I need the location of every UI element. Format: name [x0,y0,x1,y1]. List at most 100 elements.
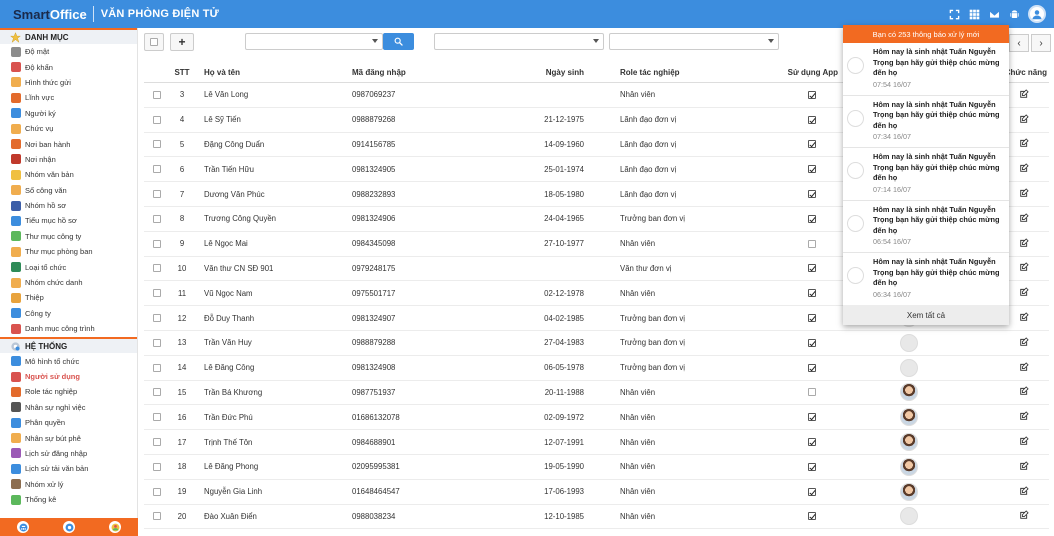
sidebar-item[interactable]: Loại tổ chức [0,259,137,274]
sidebar-item[interactable]: Thư mục phòng ban [0,244,137,259]
sidebar-item[interactable]: Lịch sử đăng nhập [0,446,137,461]
row-checkbox[interactable] [153,438,161,447]
row-checkbox[interactable] [153,289,161,298]
app-access-checkbox[interactable] [808,90,816,99]
app-access-checkbox[interactable] [808,115,816,124]
edit-icon[interactable] [1019,312,1029,324]
app-access-checkbox[interactable] [808,487,816,496]
sidebar-item[interactable]: Hình thức gửi [0,75,137,90]
edit-icon[interactable] [1019,411,1029,423]
sidebar-item[interactable]: Nhóm chức danh [0,275,137,290]
grid-icon[interactable] [968,8,980,20]
table-row[interactable]: 16 Trần Đức Phú 01686132078 02-09-1972 Nhân … [144,405,1049,431]
edit-icon[interactable] [1019,461,1029,473]
settings-gear-icon[interactable] [63,521,75,533]
table-row[interactable]: 13 Trần Văn Huy 0988879288 27-04-1983 Trưởng… [144,331,1049,356]
notification-item[interactable]: Hôm nay là sinh nhật Tuấn Nguyễn Trọng b… [843,148,1009,201]
sidebar-item[interactable]: Mô hình tổ chức [0,353,137,368]
edit-icon[interactable] [1019,188,1029,200]
app-access-checkbox[interactable] [808,264,816,273]
user-avatar-icon[interactable] [1028,5,1046,23]
row-checkbox[interactable] [153,140,161,149]
row-checkbox[interactable] [153,314,161,323]
app-access-checkbox[interactable] [808,338,816,347]
sidebar-item[interactable]: Sổ công văn [0,183,137,198]
sidebar-section-catalog[interactable]: DANH MỤC [0,28,137,44]
sidebar-item[interactable]: Thư mục công ty [0,229,137,244]
table-row[interactable]: 18 Lê Đăng Phong 02095995381 19-05-1990 Nhân… [144,455,1049,480]
edit-icon[interactable] [1019,337,1029,349]
app-access-checkbox[interactable] [808,512,816,521]
sidebar-item[interactable]: Tiểu mục hồ sơ [0,213,137,228]
row-checkbox[interactable] [153,264,161,273]
app-access-checkbox[interactable] [808,388,816,397]
edit-icon[interactable] [1019,213,1029,225]
app-access-checkbox[interactable] [808,363,816,372]
row-checkbox[interactable] [153,388,161,397]
table-row[interactable]: 14 Lê Đăng Công 0981324908 06-05-1978 Trưởng… [144,356,1049,381]
sidebar-item[interactable]: Lịch sử tải văn bản [0,461,137,476]
notification-item[interactable]: Hôm nay là sinh nhật Tuấn Nguyễn Trọng b… [843,253,1009,306]
sidebar-item[interactable]: Nhóm văn bản [0,167,137,182]
row-checkbox[interactable] [153,90,161,99]
sidebar-item[interactable]: Độ mật [0,44,137,59]
app-access-checkbox[interactable] [808,165,816,174]
sidebar-item[interactable]: Chức vụ [0,121,137,136]
row-checkbox[interactable] [153,338,161,347]
status-filter-select[interactable] [609,33,779,50]
edit-icon[interactable] [1019,486,1029,498]
notification-item[interactable]: Hôm nay là sinh nhật Tuấn Nguyễn Trọng b… [843,43,1009,96]
mail-icon[interactable] [988,8,1000,20]
sidebar-item[interactable]: Công ty [0,306,137,321]
row-checkbox[interactable] [153,165,161,174]
row-checkbox[interactable] [153,512,161,521]
unit-filter-select[interactable] [245,33,383,50]
edit-icon[interactable] [1019,262,1029,274]
table-row[interactable]: 19 Nguyễn Gia Linh 01648464547 17-06-1993 Nh… [144,480,1049,505]
app-access-checkbox[interactable] [808,239,816,248]
sidebar-item[interactable]: Độ khẩn [0,59,137,74]
app-access-checkbox[interactable] [808,314,816,323]
app-access-checkbox[interactable] [808,140,816,149]
sidebar-item[interactable]: Phân quyền [0,415,137,430]
table-row[interactable]: 17 Trịnh Thế Tôn 0984688901 12-07-1991 Nhân … [144,430,1049,455]
edit-icon[interactable] [1019,287,1029,299]
row-checkbox[interactable] [153,363,161,372]
sidebar-section-system[interactable]: HỆ THỐNG [0,337,137,354]
next-page-button[interactable]: › [1031,34,1051,52]
sidebar-item[interactable]: Thiệp [0,290,137,305]
add-user-button[interactable]: + [170,33,194,51]
app-access-checkbox[interactable] [808,214,816,223]
edit-icon[interactable] [1019,436,1029,448]
prev-page-button[interactable]: ‹ [1009,34,1029,52]
edit-icon[interactable] [1019,238,1029,250]
app-logo[interactable]: Smart Office VĂN PHÒNG ĐIỆN TỬ [0,6,219,22]
edit-icon[interactable] [1019,114,1029,126]
sidebar-item[interactable]: Thống kê [0,492,137,507]
sidebar-item[interactable]: Lĩnh vực [0,90,137,105]
org-chart-icon[interactable] [17,521,29,533]
sidebar-item[interactable]: Nơi ban hành [0,136,137,151]
sidebar-item[interactable]: Người sử dụng [0,369,137,384]
edit-icon[interactable] [1019,89,1029,101]
sidebar-item[interactable]: Danh mục công trình [0,321,137,336]
select-all-button[interactable] [144,33,164,51]
sidebar-item[interactable]: Nhóm xử lý [0,477,137,492]
edit-icon[interactable] [1019,510,1029,522]
view-all-notifications-link[interactable]: Xem tất cả [843,305,1009,325]
sidebar-item[interactable]: Nhân sự nghỉ việc [0,400,137,415]
notification-item[interactable]: Hôm nay là sinh nhật Tuấn Nguyễn Trọng b… [843,201,1009,253]
sidebar-item[interactable]: Nơi nhận [0,152,137,167]
expand-icon[interactable] [948,8,960,20]
app-access-checkbox[interactable] [808,413,816,422]
sidebar-item[interactable]: Nhân sự bút phê [0,430,137,445]
row-checkbox[interactable] [153,214,161,223]
notification-item[interactable]: Hôm nay là sinh nhật Tuấn Nguyễn Trọng b… [843,96,1009,148]
android-icon[interactable] [1008,8,1020,20]
profile-icon[interactable] [109,521,121,533]
sidebar-item[interactable]: Nhóm hồ sơ [0,198,137,213]
row-checkbox[interactable] [153,462,161,471]
edit-icon[interactable] [1019,163,1029,175]
table-row[interactable]: 15 Trần Bá Khương 0987751937 20-11-1988 Nhân… [144,381,1049,406]
edit-icon[interactable] [1019,362,1029,374]
